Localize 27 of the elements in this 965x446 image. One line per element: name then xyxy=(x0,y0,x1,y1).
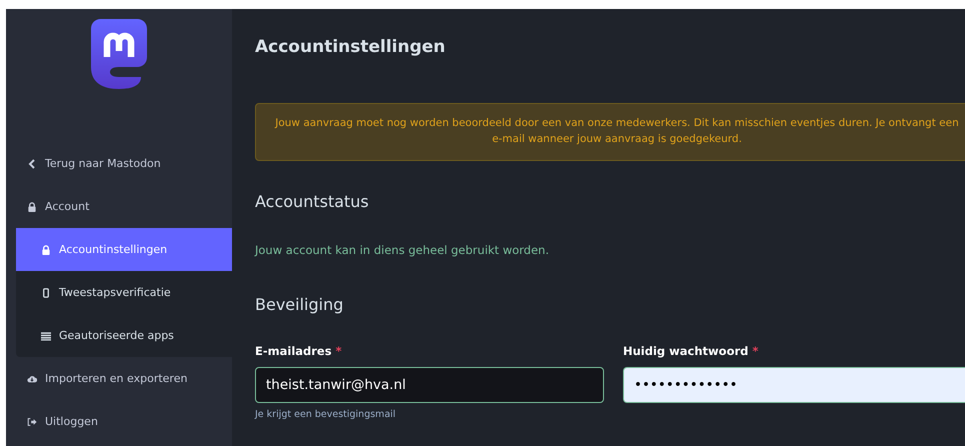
input-field[interactable]: ••••••••••••• xyxy=(623,366,965,403)
page-title: Accountinstellingen xyxy=(255,37,446,59)
cloud-download-icon xyxy=(27,374,37,384)
status-message: Jouw account kan in diens geheel gebruikt worden. xyxy=(255,242,550,257)
section-heading: Beveiliging xyxy=(255,294,344,314)
sidebar-item[interactable]: Account xyxy=(6,185,232,228)
list-icon xyxy=(41,330,51,340)
phone-icon xyxy=(41,288,51,298)
chevron-left-icon xyxy=(27,158,37,168)
section-heading: Accountstatus xyxy=(255,192,370,211)
required-mark: * xyxy=(336,344,342,358)
logout-icon xyxy=(27,416,37,426)
required-mark: * xyxy=(752,344,758,358)
lock-icon xyxy=(41,244,51,254)
sidebar-item[interactable]: Tweestapsverificatie xyxy=(16,271,232,314)
notice-banner: Jouw aanvraag moet nog worden beoordeeld door een van onze medewerkers. Dit kan misschien eventjes duren. Je ontvangt een e-mail wanneer jouw aanvraag is goedgekeurd. xyxy=(255,103,965,161)
sidebar-item[interactable]: Importeren en exporteren xyxy=(6,357,232,400)
sidebar-item[interactable]: Geautoriseerde apps xyxy=(16,314,232,357)
input-field[interactable]: theist.tanwir@hva.nl xyxy=(255,366,604,403)
field-hint: Je krijgt een bevestigingsmail xyxy=(255,408,397,420)
sidebar-item[interactable]: Uitloggen xyxy=(6,400,232,443)
lock-icon xyxy=(27,202,37,212)
field-label: E-mailadres xyxy=(255,344,332,358)
field-label: Huidig wachtwoord xyxy=(623,344,748,358)
sidebar-item[interactable]: Accountinstellingen xyxy=(16,228,232,271)
mastodon-logo-icon xyxy=(89,17,149,89)
back-link[interactable]: Terug naar Mastodon xyxy=(6,142,232,185)
